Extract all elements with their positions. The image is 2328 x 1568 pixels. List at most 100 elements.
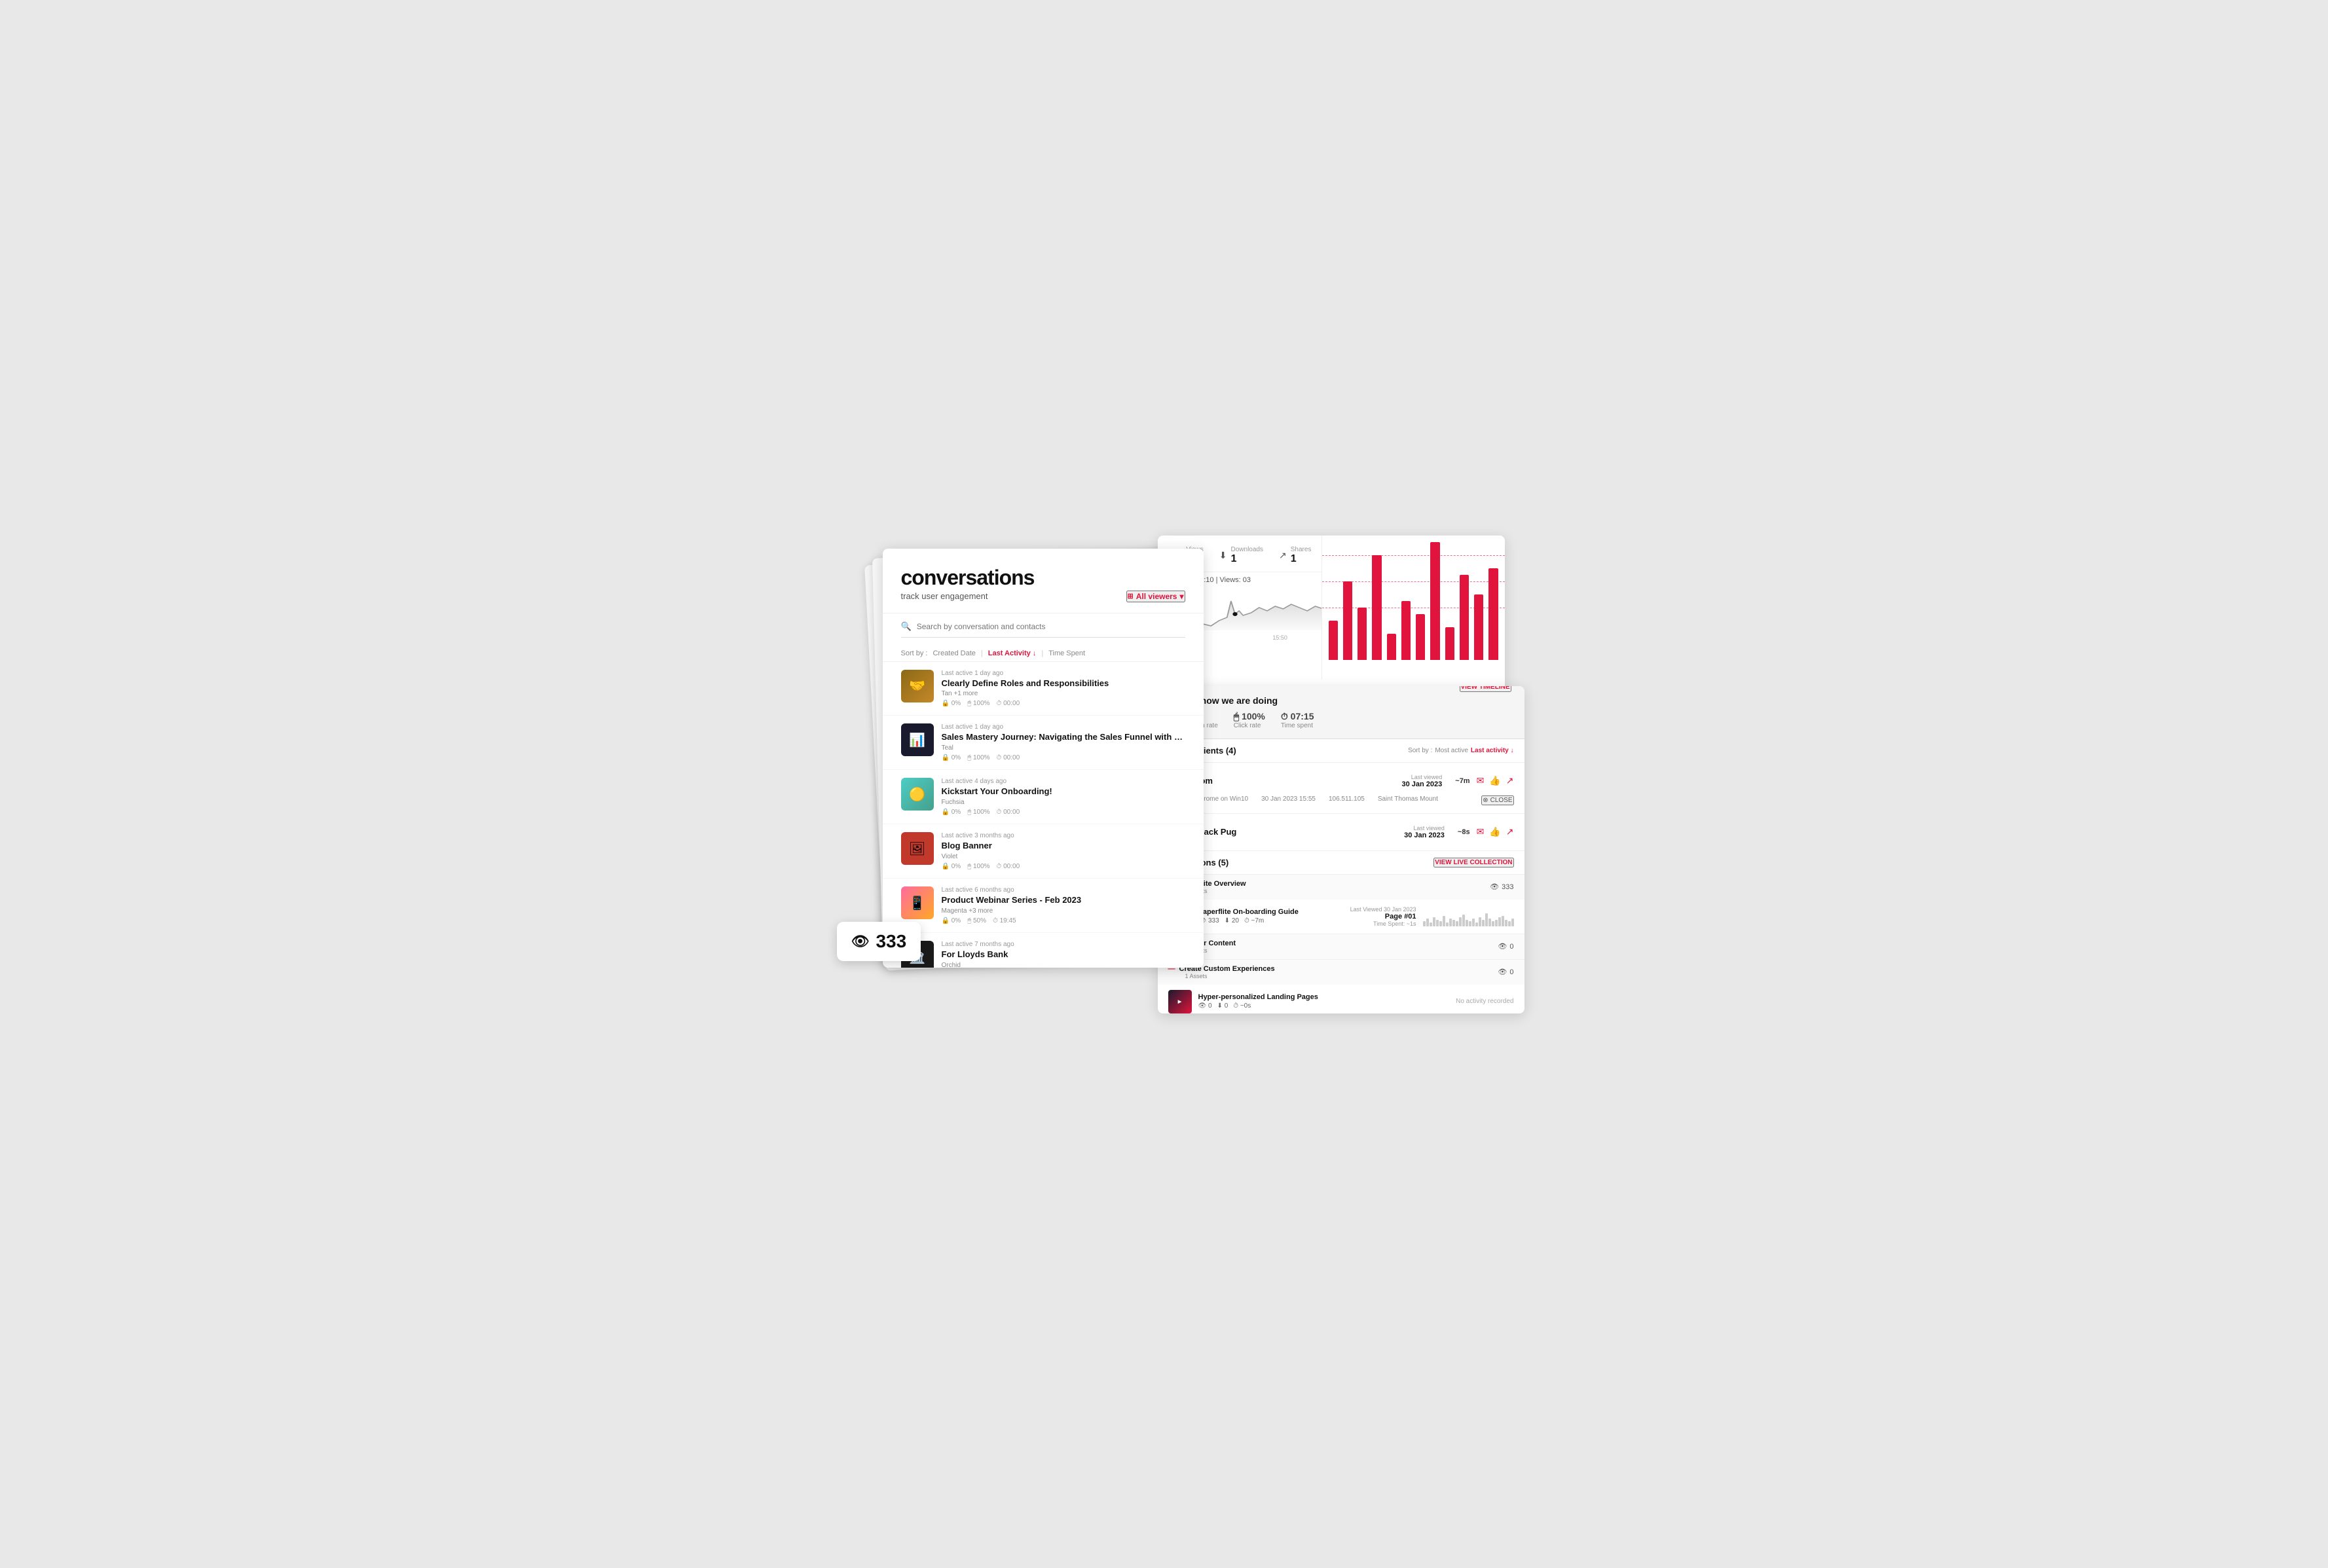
mini-bar (1505, 920, 1507, 926)
click-rate: 🖱 50% (967, 917, 986, 924)
time-stat: ⏱ 00:00 (997, 809, 1020, 816)
open-rate: 🔒 0% (942, 863, 961, 870)
conv-info: Last active 1 day ago Sales Mastery Jour… (942, 723, 1185, 761)
conv-item[interactable]: 🤝 Last active 1 day ago Clearly Define R… (883, 662, 1204, 716)
doing-stats: 🔒 0% Email Open rate 🖱 100% Click rate ⏱… (1171, 711, 1511, 729)
conv-item[interactable]: 📊 Last active 1 day ago Sales Mastery Jo… (883, 716, 1204, 770)
tom-device: Chrome on Win10 (1196, 795, 1249, 805)
recipients-section: — Recipients (4) Sort by : Most active L… (1158, 739, 1524, 1013)
mini-bar (1436, 920, 1439, 926)
hyper-views: 👁 0 (1198, 1002, 1212, 1010)
recipient-blackpug-time: ~8s (1458, 828, 1470, 836)
recipient-blackpug-main: 👤 Black Pug Last viewed 30 Jan 2023 ~8s … (1168, 822, 1514, 843)
conv-tag: Magenta +3 more (942, 907, 1185, 915)
search-input[interactable] (917, 622, 1185, 631)
mini-bar (1456, 921, 1458, 926)
conv-item[interactable]: 🟡 Last active 4 days ago Kickstart Your … (883, 770, 1204, 824)
conv-stats: 🔒 0% 🖱 100% ⏱ 00:00 (942, 700, 1185, 707)
click-rate: 🖱 100% (967, 754, 989, 761)
conv-tag: Orchid (942, 962, 1185, 968)
close-icon: ⊗ (1483, 797, 1488, 804)
open-rate: 🔒 0% (942, 700, 961, 707)
conv-thumb: 📊 (901, 723, 934, 756)
share-icon[interactable]: ↗ (1506, 775, 1514, 786)
conversations-subtitle: track user engagement (901, 591, 988, 601)
thumb-emoji: 🟡 (909, 786, 925, 803)
mail-icon[interactable]: ✉ (1477, 775, 1485, 786)
no-activity-label: No activity recorded (1456, 998, 1513, 1005)
open-rate: 🔒 0% (942, 809, 961, 816)
eye-icon-discover: 👁 (1498, 942, 1507, 951)
sort-created-date[interactable]: Created Date (933, 649, 975, 657)
tom-ip: 106.511.105 (1329, 795, 1365, 805)
thumb-icon[interactable]: 👍 (1489, 775, 1500, 786)
recipient-tom-name: Tom (1196, 776, 1395, 786)
mini-bar (1462, 915, 1465, 926)
conv-item[interactable]: 🖼 Last active 3 months ago Blog Banner V… (883, 824, 1204, 879)
mini-bar (1485, 913, 1488, 926)
asset-page: Page #01 (1350, 913, 1416, 921)
thumb-emoji: 📱 (909, 895, 925, 911)
eye-icon: 👁 (851, 933, 870, 950)
section-custom-views: 👁 0 (1498, 968, 1513, 976)
conv-tag: Violet (942, 853, 1185, 860)
eye-icon-custom: 👁 (1498, 968, 1507, 976)
asset-thumb-hyper: ▶ (1168, 990, 1192, 1013)
downloads-stat: ⬇ Downloads 1 (1219, 546, 1263, 565)
mail-icon-2[interactable]: ✉ (1477, 826, 1485, 837)
views-count: 333 (876, 931, 906, 952)
mini-bar (1482, 920, 1485, 926)
top-chart-panel: 👁 Views 96 ⬇ Downloads 1 ↗ Shares 1 (1158, 536, 1505, 693)
tom-datetime: 30 Jan 2023 15:55 (1261, 795, 1316, 805)
open-rate: 🔒 0% (942, 917, 961, 924)
close-button[interactable]: ⊗ CLOSE (1481, 795, 1513, 805)
view-live-button[interactable]: VIEW LIVE COLLECTION (1433, 858, 1513, 867)
mini-bar (1446, 922, 1449, 926)
conv-last-active: Last active 4 days ago (942, 778, 1185, 785)
asset-last-viewed: Last Viewed 30 Jan 2023 Page #01 Time Sp… (1350, 906, 1416, 927)
time-stat: ⏱ 00:00 (997, 754, 1020, 761)
views-badge: 👁 333 (837, 922, 921, 961)
mini-bar (1495, 920, 1498, 926)
open-rate: 🔒 0% (942, 754, 961, 761)
conv-name: Sales Mastery Journey: Navigating the Sa… (942, 732, 1185, 743)
click-rate: 🖱 100% (967, 863, 989, 870)
recipient-blackpug: 👤 Black Pug Last viewed 30 Jan 2023 ~8s … (1158, 814, 1524, 851)
recipient-blackpug-actions: ✉ 👍 ↗ (1477, 826, 1514, 837)
mini-bar (1426, 919, 1429, 926)
section-paperflite-overview: — Paperflite Overview 1 Assets 👁 333 (1158, 875, 1524, 934)
mini-bar (1498, 917, 1501, 926)
mini-bar (1492, 921, 1494, 926)
v-bar (1343, 581, 1352, 660)
asset-downloads: ⬇ 20 (1225, 917, 1239, 924)
doing-section: VIEW TIMELINE Here's how we are doing 🔒 … (1158, 686, 1524, 739)
thumb-icon-2[interactable]: 👍 (1489, 826, 1500, 837)
conv-info: Last active 6 months ago Product Webinar… (942, 886, 1185, 924)
asset-info: Paperflite On-boarding Guide 👁 333 ⬇ 20 … (1198, 908, 1344, 924)
sort-time-spent[interactable]: Time Spent (1048, 649, 1085, 657)
asset-time: ⏱ ~7m (1244, 917, 1264, 924)
recipient-blackpug-viewed: Last viewed 30 Jan 2023 (1404, 825, 1445, 839)
conv-item[interactable]: 📱 Last active 6 months ago Product Webin… (883, 879, 1204, 933)
conv-last-active: Last active 6 months ago (942, 886, 1185, 894)
click-rate-stat: 🖱 100% Click rate (1234, 711, 1265, 729)
conversations-title: conversations (901, 567, 1185, 588)
conv-name: Blog Banner (942, 841, 1185, 852)
conv-item[interactable]: 🏦 Last active 7 months ago For Lloyds Ba… (883, 933, 1204, 968)
conv-thumb: 🤝 (901, 670, 934, 702)
conv-stats: 🔒 0% 🖱 50% ⏱ 19:45 (942, 917, 1185, 924)
time-stat: ⏱ 00:00 (997, 700, 1020, 707)
conv-last-active: Last active 3 months ago (942, 832, 1185, 839)
recipient-tom-main: 👤 Tom Last viewed 30 Jan 2023 ~7m ✉ 👍 ↗ (1168, 771, 1514, 792)
mini-bar (1433, 917, 1435, 926)
all-viewers-button[interactable]: ⊞ All viewers ▾ (1126, 591, 1185, 602)
mini-bar (1508, 921, 1511, 926)
sort-last-activity[interactable]: Last Activity ↓ (988, 649, 1037, 657)
bar-chart-container (1329, 542, 1498, 660)
v-bar (1401, 601, 1411, 660)
conv-last-active: Last active 1 day ago (942, 670, 1185, 677)
view-timeline-button[interactable]: VIEW TIMELINE (1460, 686, 1511, 692)
v-bar (1474, 594, 1483, 660)
share-icon-2[interactable]: ↗ (1506, 826, 1514, 837)
shares-stat: ↗ Shares 1 (1279, 546, 1311, 565)
